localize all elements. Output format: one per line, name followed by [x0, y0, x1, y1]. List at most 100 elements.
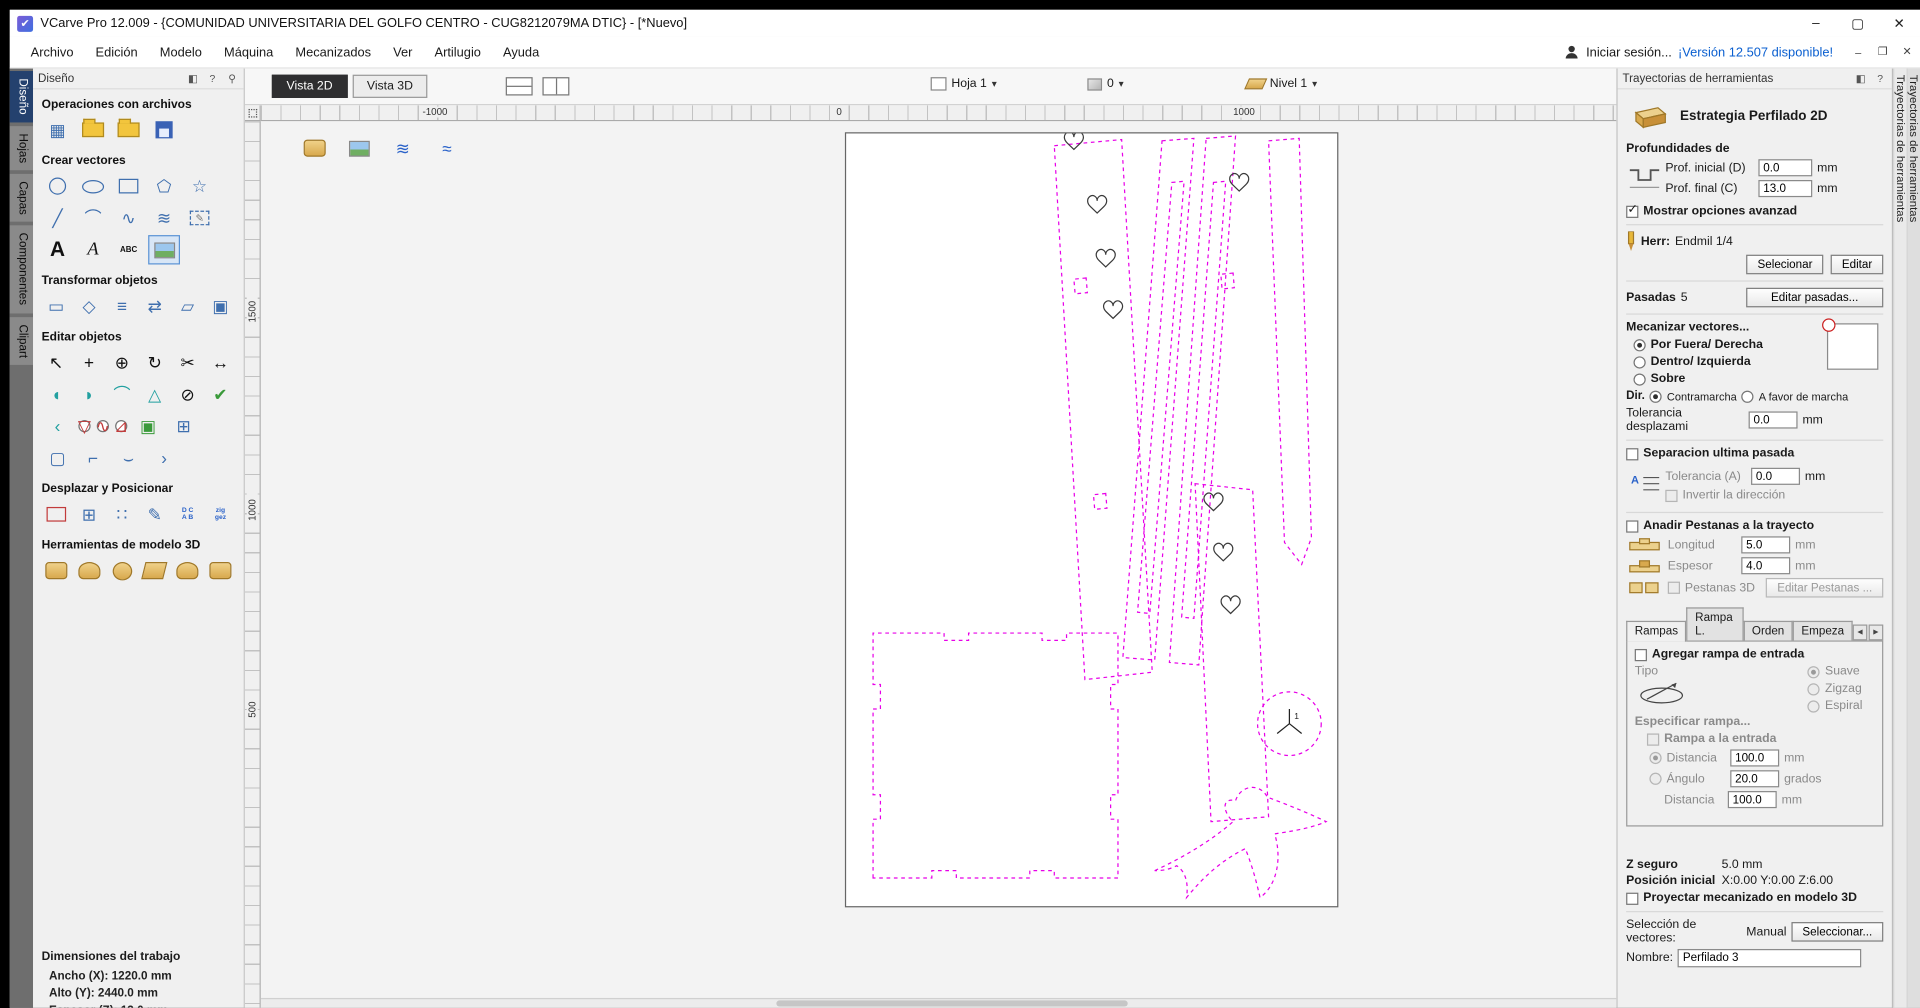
- version-update-link[interactable]: ¡Versión 12.507 disponible!: [1678, 45, 1833, 60]
- model-dome-icon[interactable]: [174, 557, 201, 584]
- menu-archivo[interactable]: Archivo: [20, 45, 85, 60]
- offset-tolerance-input[interactable]: [1748, 411, 1798, 429]
- subtab-rampa-l[interactable]: Rampa L.: [1686, 607, 1744, 641]
- ramp-zigzag-radio[interactable]: [1807, 682, 1821, 695]
- add-ramp-checkbox[interactable]: [1634, 648, 1647, 661]
- start-depth-input[interactable]: [1758, 159, 1813, 177]
- tab-length-input[interactable]: [1741, 536, 1791, 554]
- help-icon[interactable]: ?: [206, 72, 219, 85]
- show-advanced-checkbox[interactable]: [1626, 203, 1639, 218]
- subtab-scroll-left-icon[interactable]: ◄: [1852, 624, 1868, 641]
- menu-artilugio[interactable]: Artilugio: [423, 45, 491, 60]
- model-wedge-icon[interactable]: [76, 557, 103, 584]
- tab-thickness-input[interactable]: [1741, 557, 1791, 575]
- model-plane-icon[interactable]: [141, 557, 168, 584]
- tab-trayectorias-1[interactable]: Trayectorias de herramientas: [1893, 68, 1907, 1008]
- new-file-icon[interactable]: ▦: [43, 116, 72, 143]
- tab-vista-2d[interactable]: Vista 2D: [271, 74, 348, 98]
- tab-componentes[interactable]: Componentes: [9, 225, 34, 313]
- tab-capas[interactable]: Capas: [9, 173, 34, 223]
- project-3d-checkbox[interactable]: [1626, 892, 1639, 905]
- sketch-rectangle-icon[interactable]: ✎: [185, 204, 214, 231]
- z-level-select[interactable]: 0 ▾: [1087, 77, 1124, 91]
- validate-vectors-icon[interactable]: ✔: [207, 381, 234, 408]
- text-arc-tool-icon[interactable]: A: [78, 236, 107, 263]
- ramp-spiral-radio[interactable]: [1807, 699, 1821, 713]
- tab-vista-3d[interactable]: Vista 3D: [352, 74, 428, 98]
- intersect-icon[interactable]: ∿: [96, 416, 110, 436]
- save-file-icon[interactable]: [149, 116, 178, 143]
- draw-polygon-icon[interactable]: ⬠: [149, 173, 178, 200]
- subtab-scroll-right-icon[interactable]: ►: [1868, 624, 1884, 641]
- vector-select-button[interactable]: Seleccionar...: [1791, 922, 1884, 942]
- mdi-close-button[interactable]: ✕: [1898, 42, 1916, 62]
- subtab-empezar[interactable]: Empeza: [1792, 620, 1853, 641]
- import-file-icon[interactable]: [114, 116, 143, 143]
- last-pass-checkbox[interactable]: [1626, 447, 1639, 460]
- transform-distort-icon[interactable]: ▱: [174, 293, 201, 320]
- offset-icon[interactable]: ▢: [43, 444, 72, 471]
- corner-icon[interactable]: ⌐: [78, 444, 107, 471]
- tab-trayectorias-2[interactable]: Trayectorias de herramientas: [1906, 68, 1920, 1008]
- join-open-icon[interactable]: ◖: [43, 381, 70, 408]
- ramp-distance2-input[interactable]: [1727, 791, 1777, 809]
- pin-icon[interactable]: ⚲: [225, 72, 238, 85]
- ramp-angle-radio[interactable]: [1649, 772, 1662, 785]
- ramp-distance-radio[interactable]: [1649, 751, 1662, 765]
- subtab-rampas[interactable]: Rampas: [1626, 620, 1687, 642]
- ramp-smooth-radio[interactable]: [1807, 665, 1821, 678]
- smooth-icon[interactable]: ⌣: [114, 444, 143, 471]
- split-vertical-icon[interactable]: [542, 77, 570, 96]
- edit-select-icon[interactable]: ↖: [43, 349, 70, 376]
- weld-icon[interactable]: ‹: [43, 413, 72, 440]
- nesting-icon[interactable]: D C A B: [174, 501, 201, 528]
- model-box-icon[interactable]: [43, 557, 70, 584]
- add-tabs-checkbox[interactable]: [1626, 519, 1639, 533]
- menu-edicion[interactable]: Edición: [85, 45, 149, 60]
- open-file-icon[interactable]: [78, 116, 107, 143]
- join-close-icon[interactable]: ◗: [76, 381, 103, 408]
- toolpath-preview-icon[interactable]: ≋: [388, 136, 417, 160]
- menu-modelo[interactable]: Modelo: [149, 45, 213, 60]
- outside-radio[interactable]: [1633, 338, 1646, 351]
- transform-scale-icon[interactable]: ◇: [76, 293, 103, 320]
- close-button[interactable]: ✕: [1878, 10, 1920, 37]
- edit-cut-icon[interactable]: ✂: [174, 349, 201, 376]
- split-horizontal-icon[interactable]: [506, 77, 533, 96]
- edit-tabs-button[interactable]: Editar Pestanas ...: [1766, 577, 1884, 598]
- dock-panel-icon[interactable]: ◧: [1854, 72, 1867, 85]
- boolean-icon[interactable]: ⊿: [114, 416, 128, 436]
- toolpath-name-input[interactable]: [1678, 948, 1862, 968]
- help-icon[interactable]: ?: [1873, 72, 1886, 85]
- ramp-distance-input[interactable]: [1730, 749, 1780, 767]
- import-bitmap-icon[interactable]: [148, 235, 181, 265]
- trim-icon[interactable]: △: [141, 381, 168, 408]
- text-tool-icon[interactable]: A: [43, 236, 72, 263]
- menu-ayuda[interactable]: Ayuda: [492, 45, 550, 60]
- vector-drawing[interactable]: 1: [846, 133, 1338, 907]
- draw-star-icon[interactable]: ☆: [185, 173, 214, 200]
- tolerance-a-input[interactable]: [1751, 467, 1801, 485]
- position-icon[interactable]: [43, 501, 70, 528]
- tab-hojas[interactable]: Hojas: [9, 125, 34, 171]
- draw-line-icon[interactable]: ╱: [43, 204, 72, 231]
- edit-passes-button[interactable]: Editar pasadas...: [1746, 287, 1884, 308]
- maximize-button[interactable]: ▢: [1837, 10, 1879, 37]
- menu-mecanizados[interactable]: Mecanizados: [284, 45, 382, 60]
- transform-align-icon[interactable]: ≡: [109, 293, 136, 320]
- background-image-icon[interactable]: [344, 136, 373, 160]
- model-sphere-icon[interactable]: [109, 557, 136, 584]
- draw-arc-icon[interactable]: ⌒: [78, 204, 107, 231]
- mdi-minimize-button[interactable]: –: [1849, 42, 1867, 62]
- drawing-canvas[interactable]: 1 ≋ ≈: [260, 121, 1617, 1008]
- climb-radio[interactable]: [1649, 390, 1663, 403]
- grid-edit-icon[interactable]: ⊞: [169, 413, 198, 440]
- dock-panel-icon[interactable]: ◧: [186, 72, 199, 85]
- transform-select-icon[interactable]: ▭: [43, 293, 70, 320]
- scrollbar-thumb[interactable]: [775, 1000, 1129, 1007]
- edit-rotate-icon[interactable]: ↻: [141, 349, 168, 376]
- tab-clipart[interactable]: Clipart: [9, 316, 34, 365]
- circular-array-icon[interactable]: ∷: [109, 501, 136, 528]
- subtab-orden[interactable]: Orden: [1743, 620, 1793, 641]
- on-line-radio[interactable]: [1633, 372, 1646, 386]
